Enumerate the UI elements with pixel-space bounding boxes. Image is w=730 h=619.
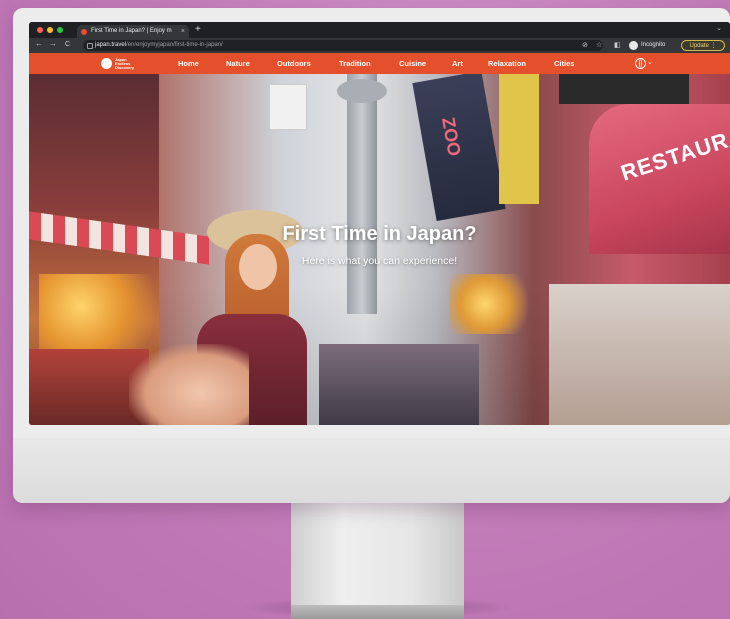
- monitor: First Time in Japan? | Enjoy m × + ⌄ ← →…: [13, 8, 730, 503]
- nav-home[interactable]: Home: [178, 53, 199, 74]
- new-tab-button[interactable]: +: [195, 24, 201, 35]
- woman-face: [239, 244, 277, 290]
- side-panel-icon[interactable]: ◧: [614, 41, 621, 50]
- reload-button[interactable]: C: [65, 41, 70, 48]
- lanterns-right: [449, 274, 539, 334]
- monitor-stand: [291, 503, 464, 613]
- address-bar[interactable]: japan.travel/en/enjoymyjapan/first-time-…: [83, 40, 603, 51]
- zoo-sign-text: ZOO: [438, 115, 465, 158]
- nav-tradition[interactable]: Tradition: [339, 53, 371, 74]
- logo-mark-icon: [101, 58, 112, 69]
- nav-art[interactable]: Art: [452, 53, 463, 74]
- hanging-sign: [269, 84, 307, 130]
- forward-button[interactable]: →: [49, 39, 57, 48]
- nav-cuisine[interactable]: Cuisine: [399, 53, 426, 74]
- url-host: japan.travel: [95, 42, 127, 48]
- outstretched-hand: [129, 344, 249, 425]
- logo-line-3: Discovery: [115, 65, 135, 70]
- nav-cities[interactable]: Cities: [554, 53, 574, 74]
- update-button[interactable]: Update ⋮: [681, 40, 725, 51]
- hero-banner: ZOO RESTAUR First Time in Japan? Here is…: [29, 74, 730, 425]
- yellow-banner: [499, 74, 539, 204]
- monitor-stand-base: [291, 605, 464, 619]
- screen: First Time in Japan? | Enjoy m × + ⌄ ← →…: [29, 22, 730, 425]
- tower-top: [337, 79, 387, 103]
- nav-nature[interactable]: Nature: [226, 53, 250, 74]
- url-path: /en/enjoymyjapan/first-time-in-japan/: [126, 42, 223, 48]
- close-window-button[interactable]: [37, 27, 43, 33]
- site-logo[interactable]: Japan Endless Discovery: [101, 56, 141, 71]
- site-navigation: Japan Endless Discovery Home Nature Outd…: [29, 53, 730, 74]
- tab-title: First Time in Japan? | Enjoy m: [91, 28, 172, 34]
- logo-text: Japan Endless Discovery: [115, 58, 134, 70]
- minimize-window-button[interactable]: [47, 27, 53, 33]
- tab-close-icon[interactable]: ×: [181, 25, 185, 38]
- incognito-label: Incognito: [641, 42, 666, 48]
- zoom-window-button[interactable]: [57, 27, 63, 33]
- restaurant-sign-text: RESTAUR: [617, 127, 730, 186]
- tab-search-icon[interactable]: ⌄: [716, 24, 722, 32]
- chevron-down-icon[interactable]: ⌄: [647, 58, 653, 66]
- favicon-icon: [81, 29, 87, 35]
- incognito-icon[interactable]: [629, 41, 638, 50]
- bookmark-star-icon[interactable]: ☆: [596, 41, 602, 50]
- zoo-banner: ZOO: [412, 74, 506, 222]
- nav-outdoors[interactable]: Outdoors: [277, 53, 311, 74]
- back-button[interactable]: ←: [35, 39, 43, 48]
- right-storefront: [549, 284, 730, 425]
- browser-toolbar: ← → C japan.travel/en/enjoymyjapan/first…: [29, 38, 730, 53]
- browser-tab-active[interactable]: First Time in Japan? | Enjoy m ×: [77, 25, 189, 38]
- black-sign-top: [559, 74, 689, 104]
- hero-subtitle: Here is what you can experience!: [301, 255, 458, 267]
- lanterns-left: [39, 274, 179, 354]
- nav-relaxation[interactable]: Relaxation: [488, 53, 526, 74]
- globe-icon[interactable]: [635, 58, 646, 69]
- window-controls: [37, 27, 63, 33]
- tower-shaft: [347, 74, 377, 314]
- hero-title: First Time in Japan?: [282, 223, 477, 245]
- street-crowd: [319, 344, 479, 425]
- eye-slash-icon[interactable]: ⊘: [582, 41, 588, 50]
- lock-icon: [87, 43, 93, 49]
- monitor-chin: [13, 438, 730, 503]
- browser-tab-bar: First Time in Japan? | Enjoy m × + ⌄: [29, 22, 730, 38]
